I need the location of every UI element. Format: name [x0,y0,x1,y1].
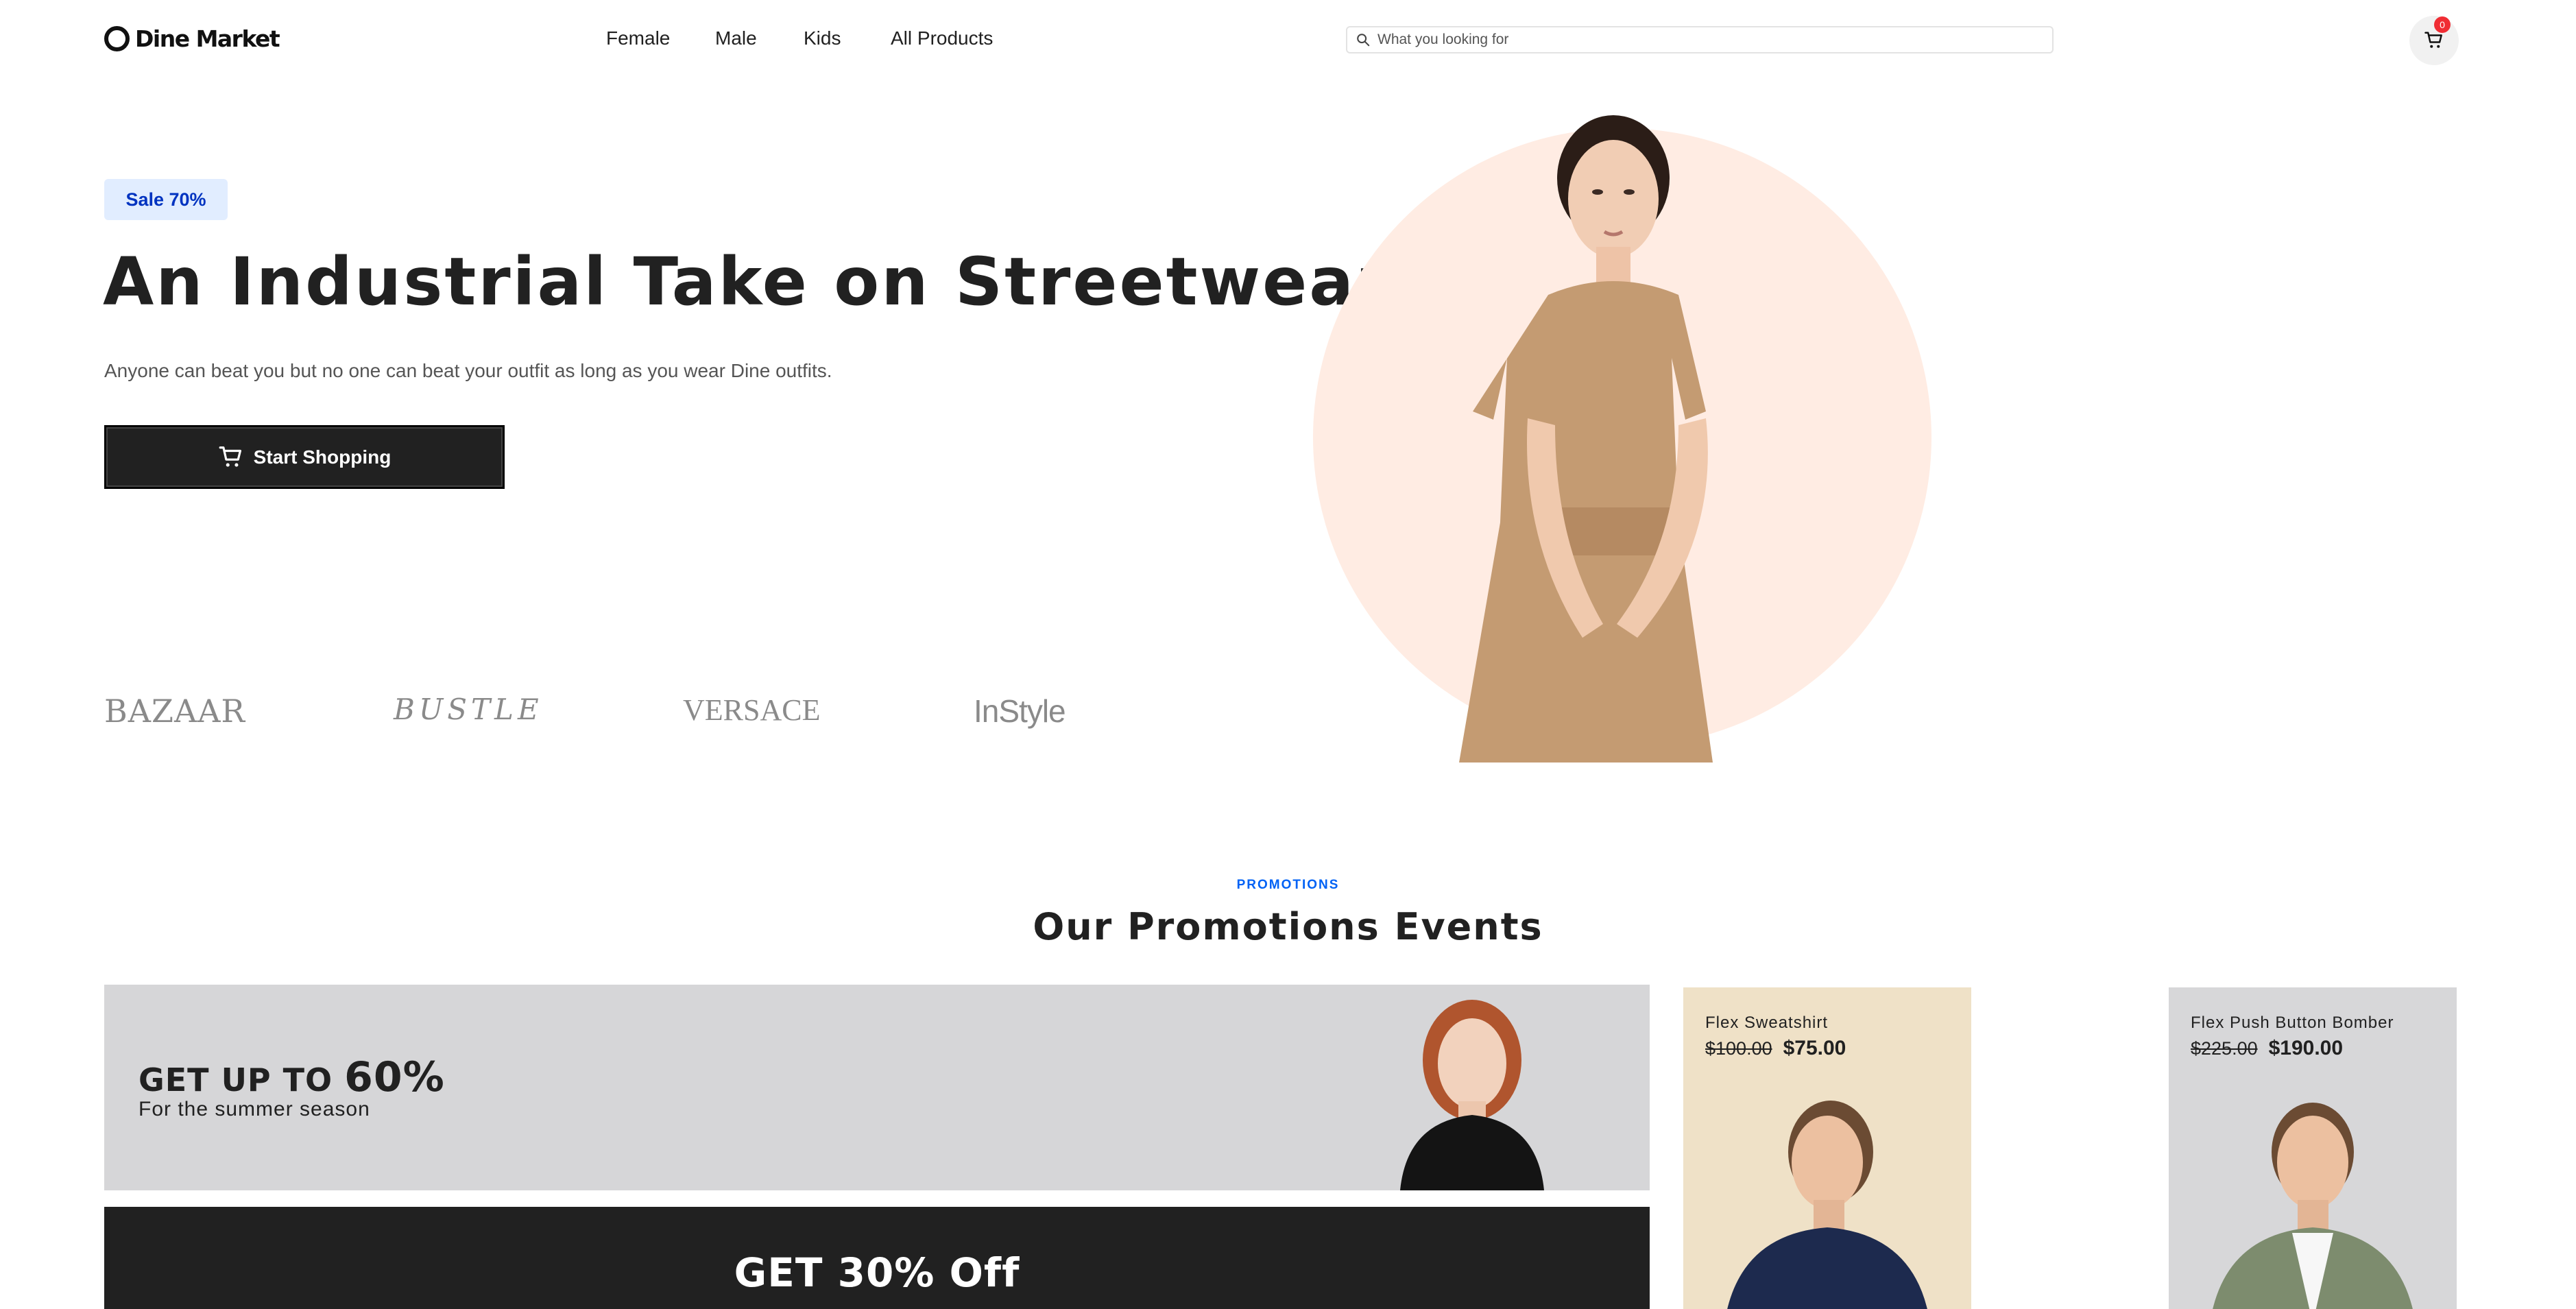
promo-card-30-off-headline: GET 30% Off [734,1249,1020,1296]
nav-female[interactable]: Female [606,27,670,49]
promo-card-summer-sub: For the summer season [139,1098,370,1120]
hero-title: An Industrial Take on Streetwear [103,243,1391,320]
promotions-label: PROMOTIONS [1236,878,1340,892]
search-input[interactable] [1377,32,2029,48]
product-new-price: $75.00 [1783,1037,1846,1059]
brand-logo-instyle: InStyle [974,693,1066,729]
product-prices: $100.00 $75.00 [1705,1037,1846,1060]
logo[interactable]: Dine Market [104,23,280,53]
brand-logo-versace: VERSACE [683,693,821,727]
product-old-price: $225.00 [2191,1038,2258,1059]
product-old-price: $100.00 [1705,1038,1772,1059]
logo-mark [104,25,130,51]
sale-badge: Sale 70% [104,179,228,220]
sale-badge-text: Sale 70% [125,189,206,210]
promo-model-image [1400,1000,1544,1190]
logo-text: Dine Market [135,25,280,52]
product-image [2213,1103,2413,1309]
cart-icon [219,446,241,467]
product-card[interactable]: Flex Sweatshirt $100.00 $75.00 [1683,987,1971,1309]
product-new-price: $190.00 [2268,1037,2344,1059]
promo-card-summer-headline: GET UP TO 60% [139,1053,445,1101]
product-name: Flex Sweatshirt [1705,1013,1829,1032]
start-shopping-label: Start Shopping [253,446,392,468]
start-shopping-button[interactable]: Start Shopping [104,425,505,489]
product-card[interactable]: Flex Push Button Bomber $225.00 $190.00 [2169,987,2457,1309]
promo-card-summer-value: 60% [344,1053,445,1101]
product-name: Flex Push Button Bomber [2191,1013,2394,1032]
promo-card-summer[interactable]: GET UP TO 60% For the summer season [104,985,1650,1190]
brand-logo-bazaar: BAZAAR [104,693,246,730]
brand-logo-bustle: BUSTLE [394,693,543,726]
cart-icon [2424,32,2442,48]
nav-kids[interactable]: Kids [804,27,841,49]
nav-all-products[interactable]: All Products [891,27,993,49]
promo-card-summer-prefix: GET UP TO [139,1061,333,1098]
hero-model-image [1459,115,1713,762]
promo-card-30-off[interactable]: GET 30% Off [104,1207,1650,1309]
product-prices: $225.00 $190.00 [2191,1037,2343,1060]
product-image [1727,1101,1927,1309]
hero-subtitle: Anyone can beat you but no one can beat … [104,360,832,381]
promotions-title: Our Promotions Events [1033,905,1543,948]
nav-male[interactable]: Male [715,27,757,49]
search-icon [1357,34,1370,47]
cart-count-badge: 0 [2434,16,2451,33]
search-bar[interactable] [1346,26,2054,53]
